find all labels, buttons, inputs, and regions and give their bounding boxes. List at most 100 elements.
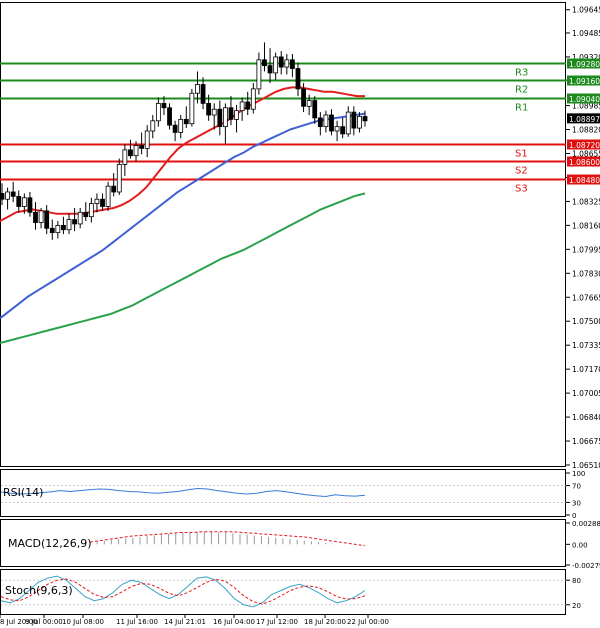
candle-bull [122,149,128,165]
candle-bear [61,224,66,231]
price-tick-label: 1.09485 [572,29,600,38]
candle-bear [49,227,55,234]
candle-bear [27,197,33,213]
candle-bull [88,203,94,218]
chart-background [0,0,600,628]
candle-bull [239,101,245,112]
candle-bear [312,100,318,119]
level-name-r3: R3 [515,68,528,79]
candle-bear [278,56,284,68]
candle-bull [284,59,290,68]
level-tag-label: 1.09280 [569,60,600,69]
candle-bear [262,59,267,67]
price-tick-label: 1.06840 [572,413,600,422]
candle-bear [100,198,105,207]
level-tag-label: 1.08480 [569,176,600,185]
candle-bull [66,219,72,231]
candle-bear [301,88,306,107]
level-tag-label: 1.09040 [569,95,600,104]
candle-bear [0,193,5,200]
current-price-tag-label: 1.08897 [569,115,600,124]
candle-bull [323,114,329,128]
candle-bear [111,185,117,193]
rsi-label: RSI(14) [3,486,43,499]
candle-bear [329,114,334,132]
indicator-tick-label: 70 [572,483,581,491]
level-name-s1: S1 [515,149,528,160]
time-tick-label: 10 Jul 08:00 [62,618,104,626]
price-tick-label: 1.06510 [572,461,600,470]
candle-bull [273,56,279,74]
candle-bear [172,124,178,133]
candle-bull [38,210,44,223]
candle-bear [206,102,212,116]
candle-bear [362,116,368,122]
candle-bear [245,101,251,110]
candle-bear [16,195,22,207]
level-tag-label: 1.09160 [569,77,600,86]
level-name-r2: R2 [515,85,528,96]
candle-bull [211,108,217,116]
candle-bull [195,84,200,94]
candle-bear [295,68,301,90]
macd-label: MACD(12,26,9) [8,537,92,550]
candle-bear [217,108,223,128]
level-name-s2: S2 [515,166,528,177]
time-tick-label: 14 Jul 21:01 [164,618,206,626]
candle-bear [200,84,206,104]
indicator-tick-label: 0 [572,512,576,520]
candle-bear [10,191,16,197]
level-tag-label: 1.08600 [569,158,600,167]
candle-bull [144,130,150,149]
level-tag-label: 1.08720 [569,141,600,150]
time-tick-label: 17 Jul 12:00 [256,618,298,626]
candle-bull [94,198,100,204]
candle-bear [44,210,50,229]
candle-bear [267,65,273,74]
time-tick-label: 22 Jul 00:00 [347,618,389,626]
candle-bull [155,102,161,122]
candle-bull [77,211,83,225]
indicator-tick-label: 0.002883 [572,520,600,528]
indicator-tick-label: 100 [572,470,585,478]
indicator-tick-label: 80 [572,577,581,585]
price-tick-label: 1.08160 [572,221,600,230]
level-name-r1: R1 [515,103,528,114]
price-tick-label: 1.08325 [572,197,600,206]
candle-bull [256,59,262,90]
price-tick-label: 1.09645 [572,6,600,15]
candle-bull [222,107,228,128]
candle-bull [133,145,139,157]
price-tick-label: 1.07830 [572,269,600,278]
candle-bear [340,126,346,135]
time-tick-label: 16 Jul 04:00 [213,618,255,626]
candle-bull [178,118,184,133]
candle-bull [150,120,156,132]
price-tick-label: 1.07335 [572,341,600,350]
candle-bear [33,211,38,223]
candle-bear [161,102,167,109]
candle-bull [306,100,312,107]
price-tick-label: 1.06675 [572,437,600,446]
price-tick-label: 1.07665 [572,293,600,302]
candle-bull [334,126,340,132]
price-tick-label: 1.07170 [572,365,600,374]
candle-bear [351,111,357,129]
price-tick-label: 1.07995 [572,245,600,254]
candle-bull [345,111,351,135]
candle-bear [83,211,89,218]
time-tick-label: 18 Jul 20:00 [304,618,346,626]
time-tick-label: 9 Jul 00:00 [25,618,63,626]
indicator-tick-label: 20 [572,602,581,610]
candle-bear [317,117,323,128]
price-tick-label: 1.07500 [572,317,600,326]
chart-window: R3R2R1S1S2S3 1.096451.094851.093201.0916… [0,0,600,628]
candle-bull [5,191,10,200]
indicator-tick-label: 30 [572,499,581,507]
candle-bull [105,185,111,207]
time-tick-label: 11 Jul 16:00 [116,618,158,626]
candle-bull [357,116,362,129]
candle-bear [289,59,295,69]
candle-bear [139,145,145,149]
candle-bull [234,110,239,120]
